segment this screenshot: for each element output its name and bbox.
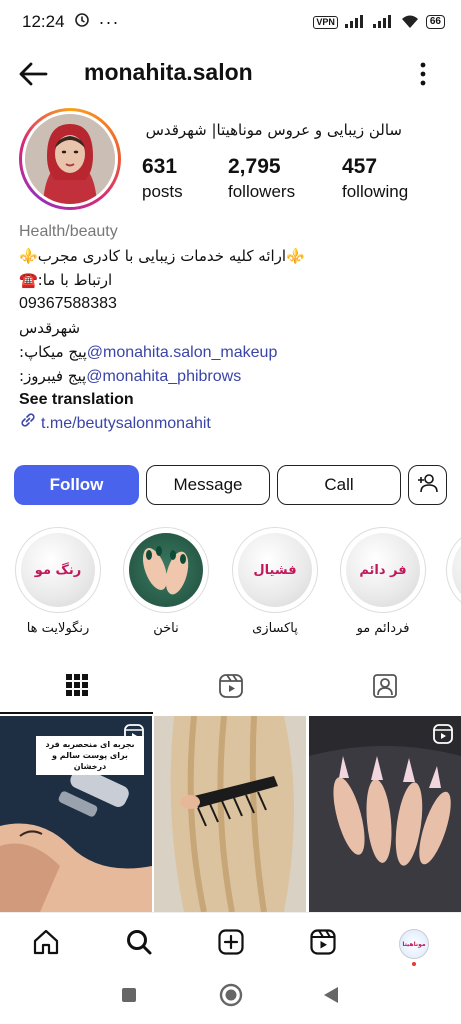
tab-tagged[interactable] — [308, 662, 461, 714]
bio-phibrows-prefix: :پیج فیبروز — [19, 367, 87, 385]
wifi-icon — [400, 13, 420, 32]
add-person-icon — [417, 473, 439, 498]
bio-phibrows-row: :پیج فیبروز@monahita_phibrows — [19, 364, 449, 388]
highlight-cover: فر دائم — [346, 533, 420, 607]
highlight-perm[interactable]: فر دائم فردائم مو — [338, 527, 428, 636]
stat-followers[interactable]: 2,795 followers — [228, 155, 295, 202]
profile-full-name: سالن زیبایی و عروس موناهیتا| شهرقدس — [145, 121, 402, 139]
post-thumbnail[interactable]: تجربه ای منحصربه فرد برای پوست سالم و در… — [0, 716, 152, 912]
posts-grid: تجربه ای منحصربه فرد برای پوست سالم و در… — [0, 716, 461, 912]
tab-grid[interactable] — [0, 662, 153, 714]
highlight-facial[interactable]: فشیال پاکسازی — [230, 527, 320, 636]
notification-dot — [412, 962, 416, 966]
see-translation-link[interactable]: See translation — [19, 388, 449, 412]
nav-reels[interactable] — [308, 928, 338, 961]
more-options-icon[interactable] — [414, 60, 432, 88]
highlight-cover: رنگ مو — [21, 533, 95, 607]
search-icon — [125, 928, 153, 961]
vpn-badge: VPN — [313, 15, 338, 29]
stat-label: followers — [228, 182, 296, 201]
stat-label: following — [342, 182, 409, 201]
tagged-icon — [372, 673, 398, 704]
grid-icon — [65, 673, 89, 702]
notification-icon — [74, 12, 89, 32]
tab-reels[interactable] — [154, 662, 307, 714]
battery-indicator: 66 — [425, 15, 445, 29]
bio-external-link-row[interactable]: t.me/beutysalonmonahit — [19, 412, 449, 436]
reel-indicator-icon — [433, 724, 453, 749]
system-navigation-bar — [0, 972, 461, 1024]
stat-value: 631 — [142, 155, 178, 178]
highlight-label: پاکسازی — [252, 621, 298, 636]
phibrows-page-link[interactable]: @monahita_phibrows — [86, 368, 241, 385]
highlight-partial[interactable] — [446, 527, 461, 613]
avatar-photo — [25, 114, 115, 204]
stat-value: 457 — [342, 155, 378, 178]
highlight-nails[interactable]: ناخن — [121, 527, 211, 636]
call-button[interactable]: Call — [277, 465, 401, 505]
bio-line-services: ⚜️ارائه کلیه خدمات زیبایی با کادری مجرب⚜… — [19, 247, 305, 265]
makeup-page-link[interactable]: @monahita.salon_makeup — [87, 344, 278, 361]
post-thumbnail[interactable] — [309, 716, 461, 912]
stat-following[interactable]: 457 following — [342, 155, 408, 202]
status-bar: 12:24 ··· VPN 66 — [0, 0, 461, 44]
post-image-hair — [154, 716, 306, 912]
profile-thumbnail: موناهیتا — [399, 929, 429, 959]
highlight-label: فردائم مو — [356, 621, 410, 636]
bio-line-contact: ☎️:ارتباط با ما — [19, 271, 113, 289]
nav-profile[interactable]: موناهیتا — [399, 929, 429, 966]
reel-indicator-icon — [124, 724, 144, 749]
follow-button[interactable]: Follow — [14, 465, 139, 505]
bio-phone: 09367588383 — [19, 295, 117, 312]
profile-username: monahita.salon — [84, 59, 253, 85]
more-notifications-icon: ··· — [98, 11, 120, 32]
add-post-icon — [217, 928, 245, 961]
stat-value: 2,795 — [228, 155, 281, 178]
bio-external-link[interactable]: t.me/beutysalonmonahit — [41, 412, 211, 436]
stat-posts[interactable]: 631 posts — [142, 155, 183, 202]
highlight-cover — [129, 533, 203, 607]
reels-icon — [218, 673, 244, 704]
bio-city: شهرقدس — [19, 319, 81, 337]
signal-icon-2 — [372, 14, 394, 31]
message-button[interactable]: Message — [146, 465, 270, 505]
nav-create[interactable] — [216, 928, 246, 961]
suggested-accounts-button[interactable] — [408, 465, 447, 505]
profile-avatar[interactable] — [19, 108, 121, 210]
status-time: 12:24 — [22, 12, 65, 31]
highlight-label: ناخن — [153, 621, 179, 636]
recent-apps-icon[interactable] — [121, 987, 137, 1008]
nails-photo — [142, 546, 189, 595]
link-icon — [19, 412, 37, 436]
back-arrow-icon[interactable] — [18, 60, 48, 88]
highlight-label: رنگولایت ها — [26, 621, 90, 636]
profile-header: monahita.salon — [0, 50, 461, 98]
signal-icon — [344, 14, 366, 31]
bio-makeup-prefix: :پیج میکاپ — [19, 343, 87, 361]
post-thumbnail[interactable] — [154, 716, 306, 912]
profile-tabs — [0, 662, 461, 714]
bio-makeup-row: :پیج میکاپ@monahita.salon_makeup — [19, 340, 449, 364]
home-icon — [32, 928, 60, 961]
bottom-navigation: موناهیتا — [0, 912, 461, 972]
profile-bio: Health/beauty ⚜️ارائه کلیه خدمات زیبایی … — [19, 220, 449, 436]
nav-home[interactable] — [31, 929, 61, 959]
highlight-hair-color[interactable]: رنگ مو رنگولایت ها — [13, 527, 103, 636]
highlight-cover: فشیال — [238, 533, 312, 607]
bio-category: Health/beauty — [19, 223, 118, 240]
nav-search[interactable] — [124, 929, 154, 959]
back-button-icon[interactable] — [323, 986, 339, 1009]
home-button-icon[interactable] — [219, 983, 243, 1012]
reels-icon — [309, 928, 337, 961]
stat-label: posts — [142, 182, 183, 201]
